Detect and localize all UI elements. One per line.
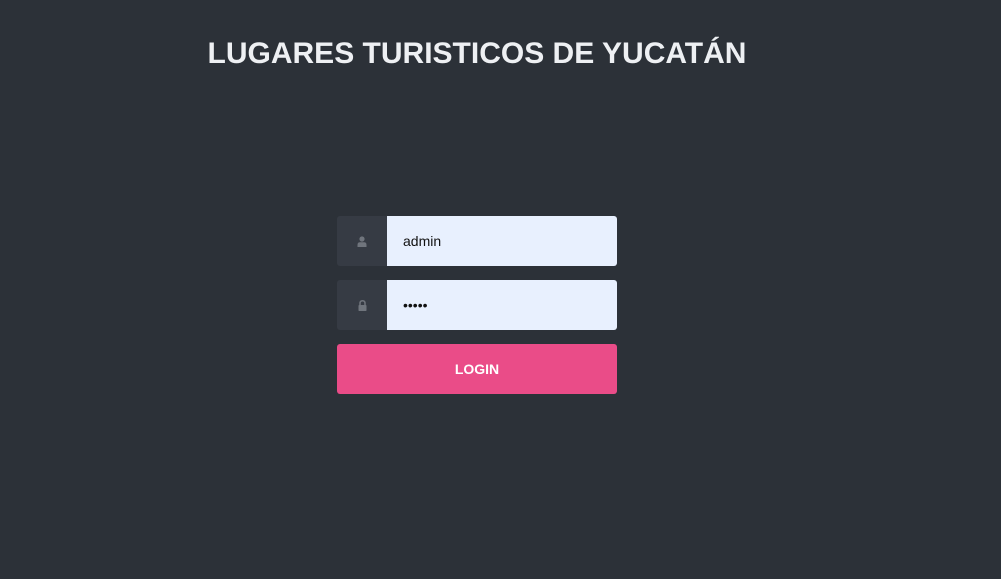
lock-icon <box>337 280 387 330</box>
user-icon <box>337 216 387 266</box>
page-title: LUGARES TURISTICOS DE YUCATÁN <box>207 37 747 70</box>
password-input[interactable] <box>387 280 617 330</box>
username-row <box>337 216 617 266</box>
login-button[interactable]: LOGIN <box>337 344 617 394</box>
login-form: LOGIN <box>337 216 617 394</box>
password-row <box>337 280 617 330</box>
username-input[interactable] <box>387 216 617 266</box>
